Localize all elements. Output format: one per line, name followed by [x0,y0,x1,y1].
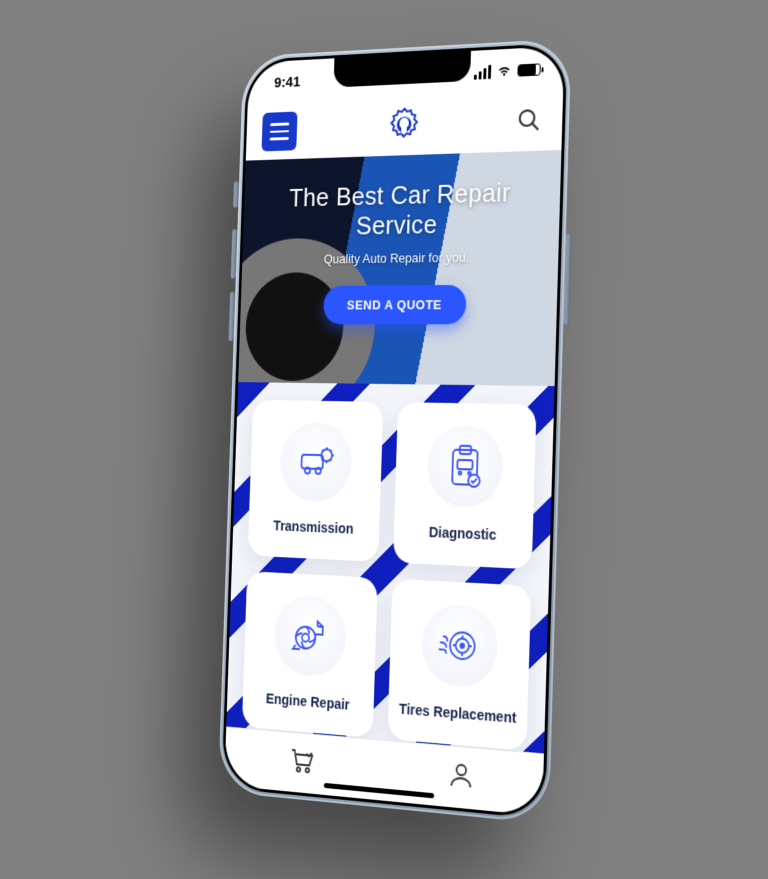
tab-cart[interactable] [288,747,316,780]
hero: The Best Car Repair Service Quality Auto… [238,150,561,386]
service-label: Diagnostic [429,524,497,545]
profile-icon [448,761,473,790]
power-button[interactable] [563,233,572,326]
search-icon [516,106,542,133]
hero-title: The Best Car Repair Service [258,177,543,243]
services-grid: Transmission [226,382,554,753]
tire-icon [420,602,498,689]
search-button[interactable] [516,106,546,138]
send-quote-button[interactable]: SEND A QUOTE [323,285,467,324]
wifi-icon [497,65,513,78]
service-label: Transmission [273,518,354,539]
service-card-transmission[interactable]: Transmission [248,400,384,562]
menu-button[interactable] [262,111,298,151]
clipboard-check-icon [426,425,504,508]
hero-subtitle: Quality Auto Repair for you. [324,249,470,266]
volume-down-button[interactable] [228,291,235,341]
car-gear-icon [279,422,353,503]
service-card-diagnostic[interactable]: Diagnostic [393,402,537,569]
service-card-engine-repair[interactable]: Engine Repair [242,571,378,738]
service-card-tires-replacement[interactable]: Tires Replacement [387,578,531,751]
phone-frame: 9:41 [218,38,571,824]
screen: 9:41 [224,46,564,816]
mute-switch[interactable] [233,181,239,208]
service-label: Tires Replacement [399,700,517,727]
cart-icon [288,747,316,775]
turbo-icon [273,594,347,678]
status-indicators [474,62,541,79]
tab-profile[interactable] [448,761,474,795]
signal-icon [474,65,491,80]
battery-icon [517,63,540,76]
app-logo-icon [385,104,423,150]
status-time: 9:41 [274,73,301,91]
volume-up-button[interactable] [231,229,238,279]
service-label: Engine Repair [266,690,350,714]
